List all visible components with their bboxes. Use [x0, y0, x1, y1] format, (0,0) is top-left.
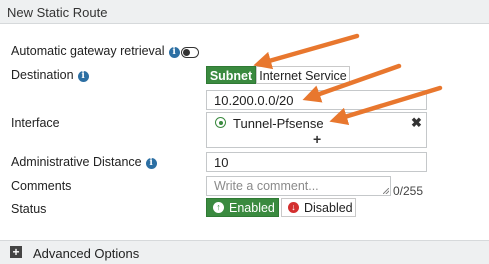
status-disabled-button[interactable]: ↓ Disabled: [281, 198, 356, 217]
interface-selected-value: Tunnel-Pfsense: [233, 116, 324, 131]
status-disabled-label: Disabled: [304, 201, 353, 215]
arrow-up-icon: ↑: [213, 202, 224, 213]
add-interface-icon[interactable]: +: [313, 131, 321, 147]
status-label: Status: [11, 202, 47, 216]
interface-selector[interactable]: Tunnel-Pfsense ✖ +: [206, 112, 427, 148]
plus-square-icon: +: [10, 246, 22, 258]
info-icon[interactable]: i: [77, 71, 89, 82]
status-enabled-label: Enabled: [229, 201, 275, 215]
destination-row: Destination i: [11, 68, 89, 82]
resize-handle-icon[interactable]: [383, 188, 389, 194]
advanced-options-toggle[interactable]: + Advanced Options: [0, 240, 489, 264]
tunnel-icon: [215, 117, 226, 128]
destination-subnet-input[interactable]: [206, 90, 427, 110]
remove-interface-icon[interactable]: ✖: [411, 115, 422, 131]
comments-placeholder: Write a comment...: [214, 179, 319, 193]
comments-label: Comments: [11, 179, 72, 193]
advanced-options-label: Advanced Options: [33, 246, 140, 261]
dialog-header: New Static Route: [0, 0, 489, 24]
destination-internet-service-option[interactable]: Internet Service: [256, 66, 350, 84]
info-icon[interactable]: i: [145, 158, 157, 169]
destination-label: Destination: [11, 68, 74, 82]
destination-subnet-option[interactable]: Subnet: [206, 66, 256, 84]
auto-gateway-label: Automatic gateway retrieval: [11, 44, 165, 58]
admin-distance-input[interactable]: [206, 152, 427, 172]
admin-distance-row: Administrative Distance i: [11, 155, 157, 169]
info-icon[interactable]: i: [168, 47, 180, 58]
comments-char-counter: 0/255: [393, 184, 424, 198]
arrow-down-icon: ↓: [288, 202, 299, 213]
dialog-title: New Static Route: [7, 5, 108, 20]
admin-distance-label: Administrative Distance: [11, 155, 142, 169]
auto-gateway-row: Automatic gateway retrieval i: [11, 44, 180, 58]
auto-gateway-toggle[interactable]: [181, 47, 199, 58]
interface-label: Interface: [11, 116, 60, 130]
toggle-knob: [183, 49, 190, 56]
status-enabled-button[interactable]: ↑ Enabled: [206, 198, 279, 217]
comments-textarea[interactable]: Write a comment...: [206, 176, 391, 196]
annotation-arrow-subnet: [253, 33, 360, 70]
